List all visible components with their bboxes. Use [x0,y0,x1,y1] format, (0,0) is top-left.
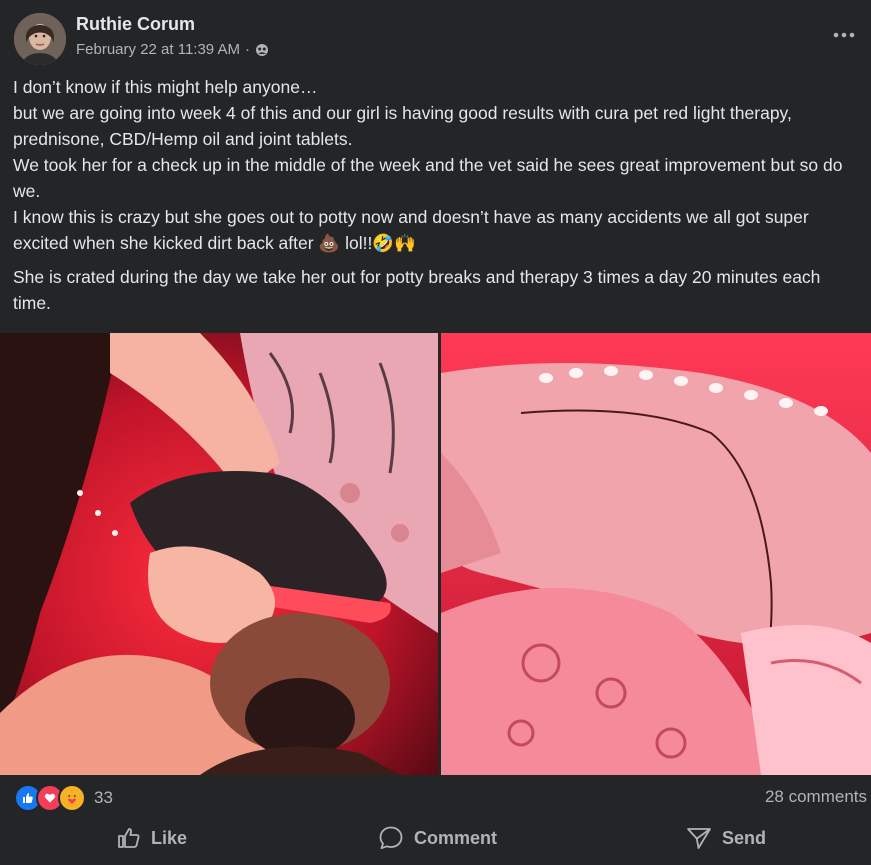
post-paragraph: We took her for a check up in the middle… [13,155,843,201]
post-paragraph: but we are going into week 4 of this and… [13,103,792,149]
like-label: Like [151,827,188,848]
care-reaction-icon [58,784,86,812]
post-timestamp[interactable]: February 22 at 11:39 AM [76,41,240,58]
photo-grid [0,333,871,775]
photo-red-light-pad-on-dog[interactable] [441,333,871,775]
send-arrow-icon [686,826,712,850]
comment-button[interactable]: Comment [378,818,497,858]
author-name[interactable]: Ruthie Corum [76,14,195,35]
avatar[interactable] [14,13,66,65]
reaction-count: 33 [94,788,113,807]
post-paragraph: I don’t know if this might help anyone… [13,77,318,97]
speech-bubble-icon [378,825,404,851]
like-button[interactable]: Like [117,818,187,858]
send-button[interactable]: Send [686,818,766,858]
photo-red-light-device-on-dog[interactable] [0,333,438,775]
post-message: I don’t know if this might help anyone… … [13,74,863,316]
more-options-icon[interactable] [831,22,857,48]
post-actions: Like Comment Send [0,818,871,858]
comment-label: Comment [414,827,498,848]
post-header: Ruthie Corum February 22 at 11:39 AM · [0,0,871,70]
facebook-post: Ruthie Corum February 22 at 11:39 AM · I… [0,0,871,865]
thumbs-up-icon [117,826,141,850]
send-label: Send [722,827,767,848]
globe-friends-icon[interactable] [255,43,269,57]
comments-count[interactable]: 28 comments [765,787,867,807]
post-paragraph: She is crated during the day we take her… [13,267,821,313]
meta-separator: · [244,41,250,58]
post-paragraph: I know this is crazy but she goes out to… [13,207,809,253]
post-meta: February 22 at 11:39 AM · [76,41,269,58]
reactions-summary[interactable]: 33 [14,783,113,813]
